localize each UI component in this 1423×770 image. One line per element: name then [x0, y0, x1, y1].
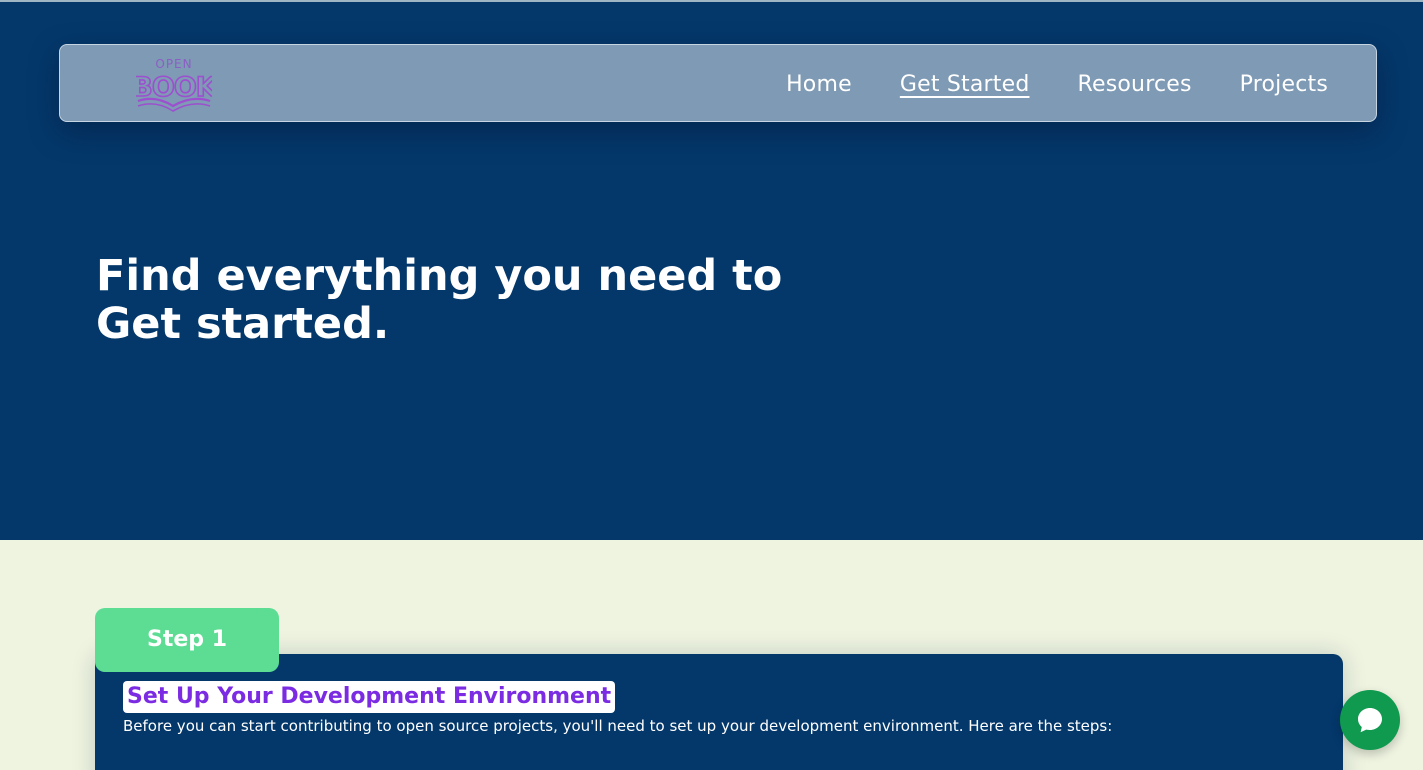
chat-bubble-icon [1358, 708, 1382, 733]
hero-title-line2: Get started. [96, 299, 390, 349]
navbar: OPEN BOOK Home Get Started Resources Pro… [59, 44, 1377, 122]
hero-section: OPEN BOOK Home Get Started Resources Pro… [0, 2, 1423, 540]
step-description: Before you can start contributing to ope… [123, 717, 1113, 735]
nav-link-projects[interactable]: Projects [1240, 72, 1328, 97]
chat-button[interactable] [1340, 690, 1400, 750]
logo-text-top: OPEN [155, 57, 192, 71]
nav-link-get-started[interactable]: Get Started [900, 72, 1030, 97]
logo[interactable]: OPEN BOOK [131, 53, 220, 113]
step-tab-label: Step 1 [147, 626, 227, 652]
hero-title: Find everything you need to Get started. [96, 252, 816, 348]
step-card: Set Up Your Development Environment Befo… [95, 654, 1343, 770]
open-book-logo-icon: OPEN BOOK [131, 57, 220, 112]
nav-links: Home Get Started Resources Projects [786, 45, 1328, 123]
nav-link-resources[interactable]: Resources [1078, 72, 1192, 97]
step-tab: Step 1 [95, 608, 279, 672]
nav-link-home[interactable]: Home [786, 72, 852, 97]
step-title: Set Up Your Development Environment [123, 681, 616, 713]
hero-title-line1: Find everything you need to [96, 251, 783, 301]
